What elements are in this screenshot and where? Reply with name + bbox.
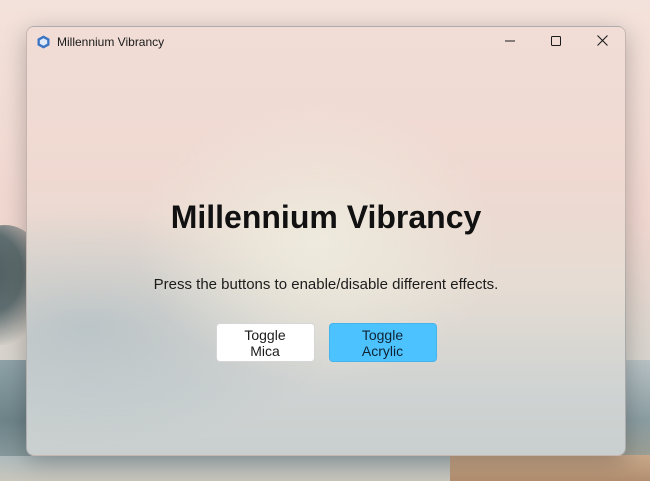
maximize-button[interactable] — [533, 27, 579, 57]
title-bar[interactable]: Millennium Vibrancy — [27, 27, 625, 57]
main-content: Millennium Vibrancy Press the buttons to… — [27, 57, 625, 455]
page-subtitle: Press the buttons to enable/disable diff… — [153, 276, 499, 293]
hexagon-app-icon — [35, 34, 51, 50]
wallpaper-grass — [450, 455, 650, 481]
toggle-mica-button[interactable]: Toggle Mica — [215, 323, 315, 362]
minimize-icon — [505, 33, 515, 51]
page-heading: Millennium Vibrancy — [170, 199, 482, 235]
maximize-icon — [551, 33, 561, 51]
app-window: Millennium Vibrancy Millennium Vibrancy … — [26, 26, 626, 456]
minimize-button[interactable] — [487, 27, 533, 57]
close-button[interactable] — [579, 27, 625, 57]
button-row: Toggle Mica Toggle Acrylic — [27, 323, 625, 362]
window-title: Millennium Vibrancy — [57, 35, 165, 49]
caption-buttons — [487, 27, 625, 57]
close-icon — [596, 33, 608, 51]
toggle-acrylic-button[interactable]: Toggle Acrylic — [328, 323, 437, 362]
